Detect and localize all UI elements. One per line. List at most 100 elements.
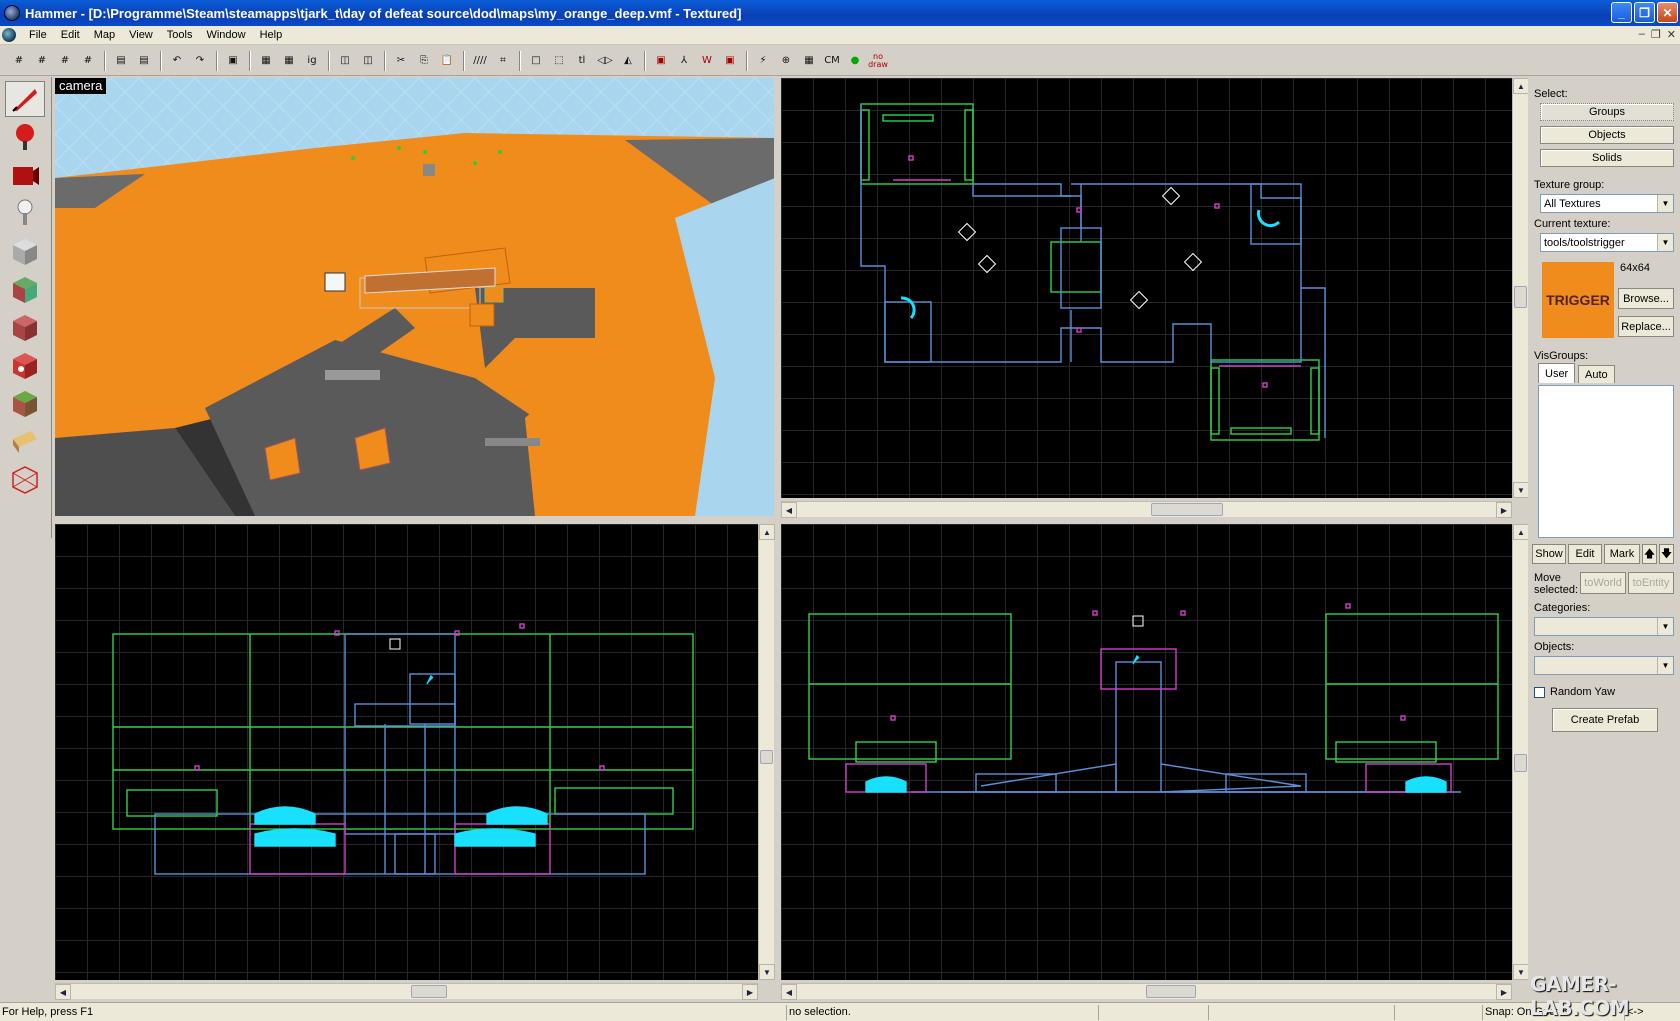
- camera-tool-icon[interactable]: [5, 157, 45, 193]
- menu-help[interactable]: Help: [253, 26, 290, 45]
- hide-unselected-icon[interactable]: ◫: [357, 50, 379, 72]
- hide-selected-icon[interactable]: ◫: [334, 50, 356, 72]
- save-window-state-icon[interactable]: ▤: [133, 50, 155, 72]
- scroll-thumb[interactable]: [1514, 754, 1527, 772]
- copy-icon[interactable]: ⎘: [413, 50, 435, 72]
- move-down-icon[interactable]: 🡇: [1659, 544, 1674, 564]
- grid-toggle-icon[interactable]: #: [8, 50, 30, 72]
- vertex-tool-icon[interactable]: [5, 461, 45, 497]
- scroll-down-icon[interactable]: ▼: [1513, 964, 1529, 980]
- top-viewport-horizontal-scrollbar[interactable]: ◀ ▶: [781, 501, 1512, 518]
- show-entity-names-icon[interactable]: W: [696, 50, 718, 72]
- create-prefab-button[interactable]: Create Prefab: [1552, 708, 1658, 732]
- to-world-button[interactable]: toWorld: [1580, 572, 1626, 594]
- scroll-thumb[interactable]: [411, 985, 447, 998]
- visgroup-edit-button[interactable]: Edit: [1568, 544, 1602, 564]
- load-window-state-icon[interactable]: ▤: [110, 50, 132, 72]
- visgroups-list[interactable]: [1538, 385, 1674, 538]
- run-map-icon[interactable]: ⊕: [775, 50, 797, 72]
- minimize-button[interactable]: _: [1611, 2, 1632, 23]
- document-icon[interactable]: [2, 28, 16, 42]
- chevron-down-icon[interactable]: ▼: [1657, 234, 1673, 251]
- scroll-thumb[interactable]: [760, 750, 773, 764]
- smaller-grid-icon[interactable]: #: [54, 50, 76, 72]
- select-by-center-icon[interactable]: ⬚: [548, 50, 570, 72]
- replace-button[interactable]: Replace...: [1618, 316, 1674, 337]
- menu-edit[interactable]: Edit: [54, 26, 87, 45]
- scroll-thumb[interactable]: [1146, 985, 1196, 998]
- menu-map[interactable]: Map: [87, 26, 122, 45]
- objects-select[interactable]: ▼: [1534, 656, 1674, 675]
- front-viewport-horizontal-scrollbar[interactable]: ◀ ▶: [55, 983, 758, 1000]
- mdi-minimize-icon[interactable]: –: [1639, 28, 1645, 41]
- tab-user[interactable]: User: [1538, 363, 1576, 383]
- texture-lock-icon[interactable]: ////: [469, 50, 491, 72]
- undo-icon[interactable]: ↶: [166, 50, 188, 72]
- scroll-right-icon[interactable]: ▶: [1496, 502, 1512, 518]
- current-texture-select[interactable]: tools/toolstrigger ▼: [1540, 233, 1674, 252]
- categories-select[interactable]: ▼: [1534, 617, 1674, 636]
- apply-current-texture-icon[interactable]: [5, 309, 45, 345]
- visgroup-show-button[interactable]: Show: [1532, 544, 1566, 564]
- scroll-down-icon[interactable]: ▼: [759, 964, 775, 980]
- paste-icon[interactable]: 📋: [436, 50, 458, 72]
- overlay-tool-icon[interactable]: [5, 385, 45, 421]
- front-2d-viewport[interactable]: [55, 524, 758, 980]
- side-viewport-horizontal-scrollbar[interactable]: ◀ ▶: [781, 983, 1512, 1000]
- clipping-tool-icon[interactable]: [5, 423, 45, 459]
- cordon-map-button[interactable]: CM: [821, 50, 843, 72]
- to-entity-button[interactable]: toEntity: [1628, 572, 1674, 594]
- show-models-icon[interactable]: ⅄: [673, 50, 695, 72]
- chevron-down-icon[interactable]: ▼: [1657, 618, 1673, 635]
- scroll-thumb[interactable]: [1514, 286, 1527, 308]
- scroll-left-icon[interactable]: ◀: [55, 984, 71, 1000]
- flip-horizontal-icon[interactable]: ◁▷: [594, 50, 616, 72]
- scroll-right-icon[interactable]: ▶: [1496, 984, 1512, 1000]
- visgroup-mark-button[interactable]: Mark: [1604, 544, 1640, 564]
- scroll-up-icon[interactable]: ▲: [1513, 524, 1529, 540]
- texture-application-tool-icon[interactable]: [5, 271, 45, 307]
- texture-preview[interactable]: TRIGGER: [1542, 262, 1614, 338]
- side-viewport-vertical-scrollbar[interactable]: ▲ ▼: [1512, 524, 1529, 980]
- mdi-restore-icon[interactable]: ❐: [1651, 28, 1661, 41]
- restore-button[interactable]: ❐: [1634, 2, 1655, 23]
- ungroup-icon[interactable]: ▦: [278, 50, 300, 72]
- ignore-groups-button[interactable]: ig: [301, 50, 323, 72]
- select-solids-button[interactable]: Solids: [1540, 149, 1674, 167]
- larger-grid-icon[interactable]: #: [77, 50, 99, 72]
- mdi-close-icon[interactable]: ✕: [1667, 28, 1676, 41]
- check-map-icon[interactable]: ▦: [798, 50, 820, 72]
- scroll-thumb[interactable]: [1151, 503, 1223, 516]
- selection-tool-icon[interactable]: [5, 81, 45, 117]
- texture-group-select[interactable]: All Textures ▼: [1540, 194, 1674, 213]
- cut-icon[interactable]: ✂: [390, 50, 412, 72]
- flip-vertical-icon[interactable]: ◭: [617, 50, 639, 72]
- scroll-left-icon[interactable]: ◀: [781, 502, 797, 518]
- scroll-left-icon[interactable]: ◀: [781, 984, 797, 1000]
- close-button[interactable]: ✕: [1657, 2, 1678, 23]
- redo-icon[interactable]: ↷: [189, 50, 211, 72]
- tab-auto[interactable]: Auto: [1578, 365, 1615, 383]
- top-2d-viewport[interactable]: [781, 78, 1512, 498]
- menu-view[interactable]: View: [122, 26, 160, 45]
- select-groups-button[interactable]: Groups: [1540, 103, 1674, 121]
- texture-scaling-lock-icon[interactable]: ⌗: [492, 50, 514, 72]
- chevron-down-icon[interactable]: ▼: [1657, 195, 1673, 212]
- magnify-tool-icon[interactable]: [5, 119, 45, 155]
- move-up-icon[interactable]: 🡅: [1642, 544, 1657, 564]
- scroll-right-icon[interactable]: ▶: [742, 984, 758, 1000]
- side-2d-viewport[interactable]: [781, 524, 1512, 980]
- menu-tools[interactable]: Tools: [160, 26, 200, 45]
- scroll-up-icon[interactable]: ▲: [759, 524, 775, 540]
- front-viewport-vertical-scrollbar[interactable]: ▲ ▼: [758, 524, 775, 980]
- decal-tool-icon[interactable]: [5, 347, 45, 383]
- hammer-app-icon[interactable]: [4, 5, 20, 21]
- random-yaw-checkbox[interactable]: [1534, 687, 1545, 698]
- scroll-down-icon[interactable]: ▼: [1513, 482, 1529, 498]
- chevron-down-icon[interactable]: ▼: [1657, 657, 1673, 674]
- entity-report-icon[interactable]: ⚡: [752, 50, 774, 72]
- 3d-grid-icon[interactable]: #: [31, 50, 53, 72]
- show-helpers-icon[interactable]: ▣: [650, 50, 672, 72]
- menu-file[interactable]: File: [22, 26, 54, 45]
- camera-viewport[interactable]: camera: [55, 78, 774, 516]
